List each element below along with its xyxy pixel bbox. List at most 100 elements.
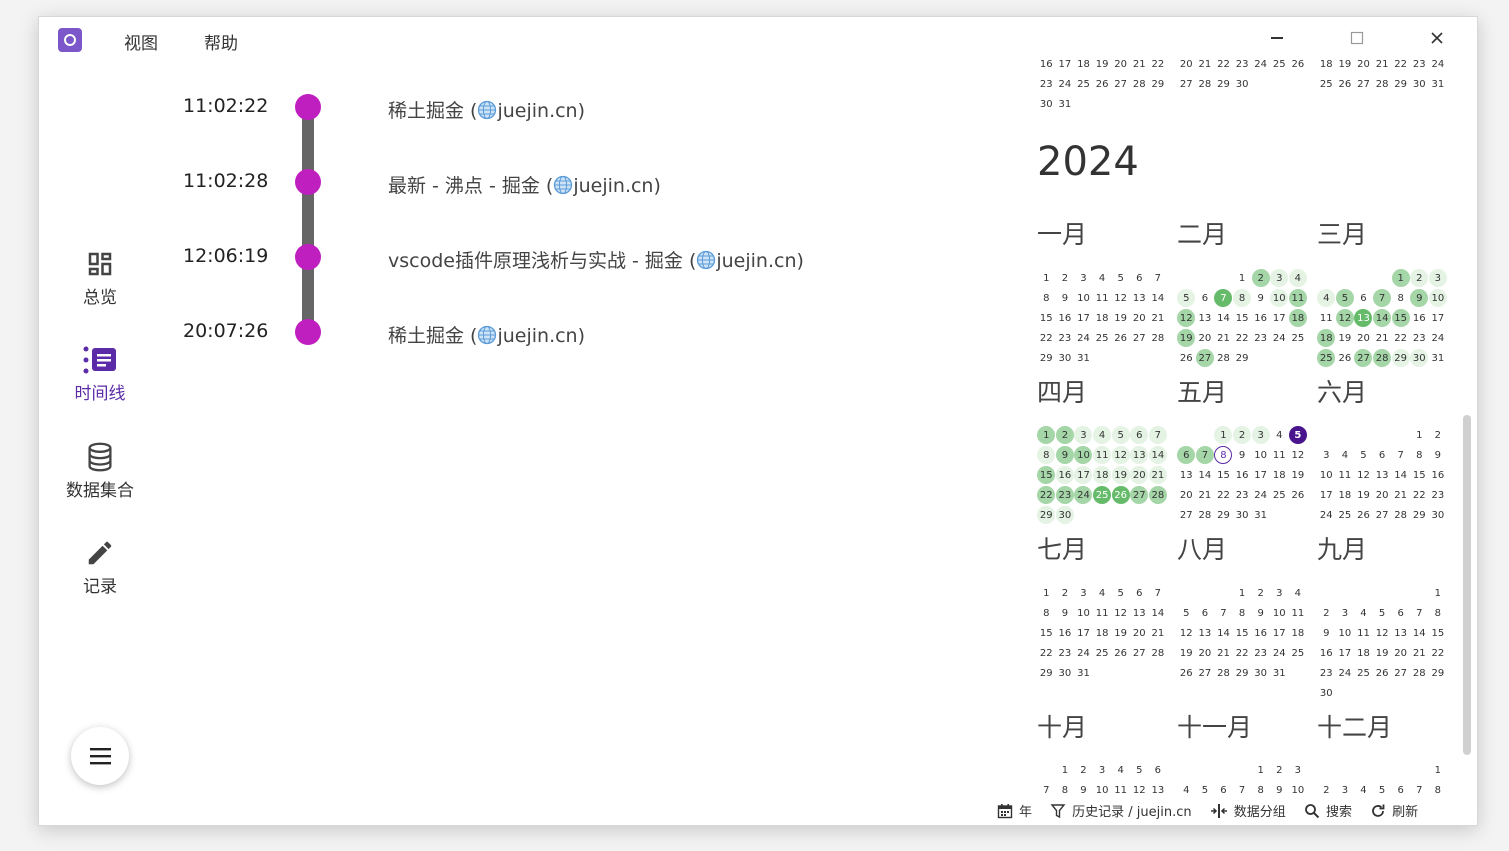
- calendar-day[interactable]: 29: [1214, 505, 1233, 525]
- calendar-day[interactable]: 8: [1214, 445, 1233, 465]
- calendar-day[interactable]: 25: [1093, 328, 1112, 348]
- calendar-day[interactable]: 28: [1149, 328, 1168, 348]
- calendar-day[interactable]: 2: [1233, 425, 1252, 445]
- calendar-day[interactable]: 30: [1037, 94, 1056, 114]
- calendar-day[interactable]: 20: [1130, 623, 1149, 643]
- calendar-day[interactable]: 1: [1214, 425, 1233, 445]
- calendar-day[interactable]: 24: [1429, 57, 1448, 74]
- calendar-day[interactable]: 9: [1410, 288, 1429, 308]
- calendar-day[interactable]: 21: [1214, 328, 1233, 348]
- calendar-day[interactable]: 1: [1391, 268, 1410, 288]
- calendar-day[interactable]: 2: [1251, 583, 1270, 603]
- calendar-day[interactable]: 31: [1429, 74, 1448, 94]
- calendar-day[interactable]: 6: [1130, 268, 1149, 288]
- calendar-day[interactable]: 18: [1288, 308, 1308, 328]
- calendar-day[interactable]: 29: [1233, 663, 1252, 683]
- calendar-day[interactable]: 10: [1270, 603, 1289, 623]
- calendar-day[interactable]: 2: [1410, 268, 1429, 288]
- calendar-day[interactable]: 21: [1196, 485, 1215, 505]
- calendar-day[interactable]: 30: [1317, 683, 1336, 703]
- calendar-day[interactable]: 22: [1149, 57, 1168, 74]
- nav-item-data-collection[interactable]: 数据集合: [59, 442, 141, 501]
- calendar-day[interactable]: 16: [1410, 308, 1429, 328]
- calendar-day[interactable]: 13: [1130, 603, 1149, 623]
- calendar-day[interactable]: 29: [1037, 348, 1056, 368]
- calendar-day[interactable]: 18: [1354, 643, 1373, 663]
- calendar-day[interactable]: 18: [1289, 623, 1308, 643]
- calendar-day[interactable]: 21: [1373, 328, 1392, 348]
- calendar-day[interactable]: 18: [1093, 465, 1112, 485]
- calendar-day[interactable]: 28: [1214, 348, 1233, 368]
- calendar-day[interactable]: 14: [1148, 445, 1168, 465]
- calendar-day[interactable]: 22: [1410, 485, 1429, 505]
- calendar-day[interactable]: 26: [1111, 643, 1130, 663]
- calendar-day[interactable]: 14: [1373, 308, 1392, 328]
- calendar-day[interactable]: 31: [1429, 348, 1448, 368]
- calendar-day[interactable]: 28: [1130, 74, 1149, 94]
- calendar-day[interactable]: 5: [1177, 603, 1196, 623]
- calendar-day[interactable]: 9: [1074, 780, 1093, 799]
- calendar-day[interactable]: 28: [1148, 485, 1168, 505]
- calendar-day[interactable]: 1: [1251, 760, 1270, 780]
- calendar-day[interactable]: 25: [1317, 348, 1336, 368]
- calendar-day[interactable]: 1: [1233, 268, 1252, 288]
- calendar-day[interactable]: 14: [1214, 308, 1233, 328]
- calendar-day[interactable]: 30: [1410, 348, 1429, 368]
- calendar-day[interactable]: 14: [1196, 465, 1215, 485]
- calendar-day[interactable]: 26: [1336, 348, 1355, 368]
- calendar-day[interactable]: 27: [1195, 348, 1215, 368]
- calendar-day[interactable]: 19: [1177, 643, 1196, 663]
- calendar-day[interactable]: 12: [1335, 308, 1355, 328]
- calendar-day[interactable]: 24: [1270, 643, 1289, 663]
- calendar-day[interactable]: 28: [1373, 74, 1392, 94]
- calendar-day[interactable]: 31: [1074, 348, 1093, 368]
- calendar-day[interactable]: 5: [1354, 445, 1373, 465]
- calendar-day[interactable]: 5: [1288, 425, 1308, 445]
- calendar-day[interactable]: 12: [1177, 623, 1196, 643]
- calendar-day[interactable]: 17: [1270, 623, 1289, 643]
- calendar-day[interactable]: 30: [1410, 74, 1429, 94]
- calendar-day[interactable]: 17: [1317, 485, 1336, 505]
- calendar-day[interactable]: 11: [1336, 465, 1355, 485]
- calendar-day[interactable]: 23: [1317, 663, 1336, 683]
- calendar-day[interactable]: 3: [1289, 760, 1308, 780]
- calendar-day[interactable]: 6: [1130, 583, 1149, 603]
- calendar-day[interactable]: 11: [1093, 288, 1112, 308]
- calendar-day[interactable]: 4: [1354, 780, 1373, 799]
- calendar-day[interactable]: 22: [1429, 643, 1448, 663]
- calendar-day[interactable]: 5: [1111, 268, 1130, 288]
- calendar-day[interactable]: 22: [1233, 643, 1252, 663]
- calendar-day[interactable]: 15: [1037, 623, 1056, 643]
- calendar-day[interactable]: 13: [1177, 465, 1196, 485]
- calendar-day[interactable]: 4: [1336, 445, 1355, 465]
- calendar-day[interactable]: 15: [1429, 623, 1448, 643]
- calendar-day[interactable]: 21: [1130, 57, 1149, 74]
- calendar-day[interactable]: 19: [1336, 328, 1355, 348]
- calendar-day[interactable]: 10: [1270, 288, 1289, 308]
- calendar-day[interactable]: 4: [1093, 583, 1112, 603]
- calendar-day[interactable]: 25: [1270, 485, 1289, 505]
- calendar-day[interactable]: 24: [1056, 74, 1075, 94]
- calendar-day[interactable]: 4: [1093, 268, 1112, 288]
- calendar-day[interactable]: 27: [1130, 643, 1149, 663]
- calendar-day[interactable]: 19: [1111, 308, 1130, 328]
- calendar-day[interactable]: 7: [1410, 780, 1429, 799]
- calendar-day[interactable]: 23: [1055, 485, 1075, 505]
- calendar-day[interactable]: 3: [1093, 760, 1112, 780]
- refresh-button[interactable]: 刷新: [1370, 801, 1418, 820]
- calendar-day[interactable]: 5: [1177, 288, 1196, 308]
- calendar-day[interactable]: 3: [1074, 583, 1093, 603]
- calendar-day[interactable]: 11: [1288, 288, 1308, 308]
- calendar-day[interactable]: 7: [1410, 603, 1429, 623]
- calendar-day[interactable]: 16: [1056, 623, 1075, 643]
- calendar-day[interactable]: 10: [1251, 445, 1270, 465]
- calendar-day[interactable]: 16: [1055, 465, 1075, 485]
- calendar-day[interactable]: 21: [1196, 57, 1215, 74]
- calendar-day[interactable]: 3: [1074, 268, 1093, 288]
- calendar-day[interactable]: 28: [1373, 348, 1392, 368]
- calendar-day[interactable]: 11: [1270, 445, 1289, 465]
- calendar-day[interactable]: 27: [1354, 74, 1373, 94]
- calendar-day[interactable]: 26: [1177, 348, 1196, 368]
- calendar-day[interactable]: 4: [1177, 780, 1196, 799]
- calendar-day[interactable]: 1: [1056, 760, 1075, 780]
